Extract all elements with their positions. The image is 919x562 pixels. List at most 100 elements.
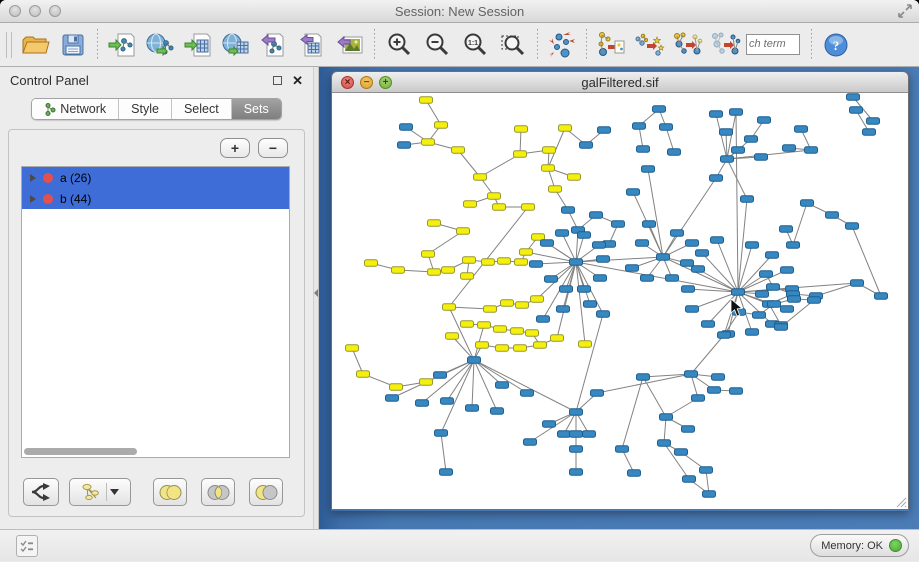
- intersect-sets-button[interactable]: [201, 478, 235, 506]
- main-toolbar: 1:1: [0, 23, 919, 67]
- open-folder-button[interactable]: [16, 26, 54, 64]
- set-row-b[interactable]: b (44): [22, 188, 289, 209]
- tab-select-label: Select: [184, 102, 219, 116]
- memory-status-dot: [889, 539, 902, 552]
- toolbar-drag-handle[interactable]: [6, 32, 12, 58]
- horizontal-scrollbar[interactable]: [24, 448, 137, 455]
- expand-caret-icon[interactable]: [30, 174, 36, 182]
- task-history-button[interactable]: [16, 535, 38, 557]
- import-network-file-button[interactable]: [103, 26, 141, 64]
- control-panel-title: Control Panel: [10, 73, 273, 88]
- control-panel-tabbar: Network Style Select Sets: [0, 98, 313, 120]
- yellow-network-icon: [81, 483, 103, 501]
- float-panel-icon[interactable]: [273, 76, 282, 85]
- zoom-actual-size-button[interactable]: 1:1: [456, 26, 494, 64]
- close-panel-icon[interactable]: ✕: [292, 74, 303, 87]
- network-desktop: × − + galFiltered.sif: [319, 67, 919, 529]
- toolbar-separator: [586, 29, 587, 61]
- set-label: b (44): [60, 192, 91, 206]
- memory-label: Memory: OK: [821, 540, 883, 552]
- tab-network[interactable]: Network: [32, 99, 119, 119]
- save-icon: [59, 31, 87, 59]
- set-row-a[interactable]: a (26): [22, 167, 289, 188]
- save-session-button[interactable]: [54, 26, 92, 64]
- status-bar: Memory: OK: [0, 529, 919, 561]
- diff-networks-3-button[interactable]: [668, 26, 706, 64]
- resize-grip-icon[interactable]: [894, 495, 907, 508]
- import-table-web-button[interactable]: [217, 26, 255, 64]
- add-set-button[interactable]: +: [220, 138, 250, 158]
- zoom-out-button[interactable]: [418, 26, 456, 64]
- apply-layout-button[interactable]: [543, 26, 581, 64]
- export-network-icon: [259, 30, 289, 60]
- toolbar-separator: [537, 29, 538, 61]
- network-graph: [332, 93, 908, 509]
- import-table-file-button[interactable]: [179, 26, 217, 64]
- memory-indicator[interactable]: Memory: OK: [810, 534, 909, 557]
- zoom-out-icon: [423, 31, 451, 59]
- export-image-button[interactable]: [331, 26, 369, 64]
- network-window-titlebar[interactable]: × − + galFiltered.sif: [331, 71, 909, 93]
- diff-networks-1-button[interactable]: [592, 26, 630, 64]
- tab-style-label: Style: [131, 102, 159, 116]
- toolbar-separator: [374, 29, 375, 61]
- diff-networks-4-button[interactable]: [706, 26, 744, 64]
- tab-select[interactable]: Select: [172, 99, 232, 119]
- collapse-panel-icon[interactable]: [314, 289, 318, 297]
- diff-networks-1-icon: [595, 29, 627, 61]
- control-panel: Control Panel ✕ Network: [0, 67, 313, 529]
- network-view-window[interactable]: × − + galFiltered.sif: [331, 71, 909, 511]
- diff-networks-4-icon: [709, 29, 741, 61]
- open-folder-icon: [20, 30, 50, 60]
- tab-sets[interactable]: Sets: [232, 99, 281, 119]
- network-canvas[interactable]: [331, 93, 909, 510]
- create-set-from-network-button[interactable]: [69, 478, 131, 506]
- expand-caret-icon[interactable]: [30, 195, 36, 203]
- help-button[interactable]: ?: [817, 26, 855, 64]
- search-input[interactable]: ch term: [746, 34, 800, 55]
- set-color-dot: [43, 194, 53, 204]
- title-bar: Session: New Session: [0, 0, 919, 23]
- set-color-dot: [43, 173, 53, 183]
- apply-layout-icon: [546, 29, 578, 61]
- sets-actions: [23, 478, 294, 506]
- split-set-button[interactable]: [23, 478, 59, 506]
- export-table-icon: [297, 30, 327, 60]
- application-window: Session: New Session: [0, 0, 919, 562]
- zoom-in-button[interactable]: [380, 26, 418, 64]
- difference-sets-button[interactable]: [249, 478, 283, 506]
- import-network-file-icon: [107, 30, 137, 60]
- fullscreen-icon[interactable]: [897, 3, 913, 19]
- import-network-web-icon: [145, 30, 175, 60]
- set-label: a (26): [60, 171, 91, 185]
- button-divider: [106, 483, 107, 501]
- tab-sets-label: Sets: [244, 102, 269, 116]
- chevron-down-icon: [110, 489, 119, 495]
- export-image-icon: [335, 30, 365, 60]
- zoom-selected-button[interactable]: [494, 26, 532, 64]
- sets-list[interactable]: a (26) b (44): [21, 166, 290, 458]
- venn-difference-icon: [254, 484, 279, 501]
- svg-text:?: ?: [833, 38, 840, 53]
- network-window-title: galFiltered.sif: [332, 75, 908, 90]
- export-table-button[interactable]: [293, 26, 331, 64]
- import-table-web-icon: [221, 30, 251, 60]
- split-icon: [30, 482, 52, 502]
- network-tab-icon: [44, 103, 56, 116]
- export-network-button[interactable]: [255, 26, 293, 64]
- venn-intersection-icon: [206, 484, 231, 501]
- diff-networks-2-button[interactable]: [630, 26, 668, 64]
- tab-style[interactable]: Style: [119, 99, 172, 119]
- zoom-in-icon: [385, 31, 413, 59]
- help-icon: ?: [823, 32, 849, 58]
- remove-set-button[interactable]: −: [258, 138, 288, 158]
- diff-networks-2-icon: [633, 29, 665, 61]
- zoom-actual-size-icon: 1:1: [461, 31, 489, 59]
- control-panel-header: Control Panel ✕: [0, 67, 313, 94]
- diff-networks-3-icon: [671, 29, 703, 61]
- sets-panel: + − a (26) b (44): [8, 129, 305, 517]
- union-sets-button[interactable]: [153, 478, 187, 506]
- toolbar-separator: [811, 29, 812, 61]
- venn-union-icon: [158, 484, 183, 501]
- import-network-web-button[interactable]: [141, 26, 179, 64]
